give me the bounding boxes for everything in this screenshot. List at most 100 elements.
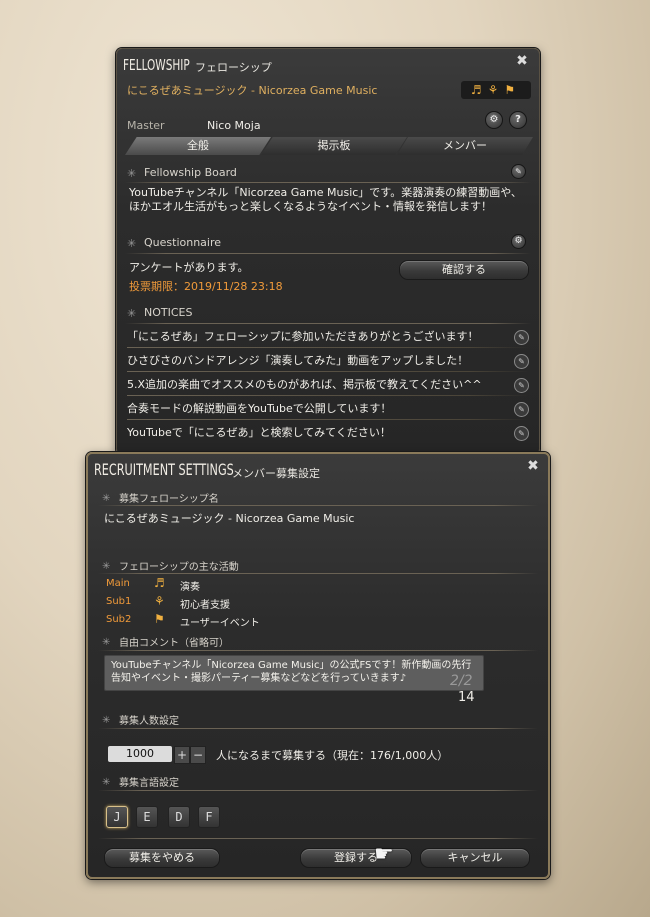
notices-header-label: NOTICES: [144, 306, 193, 319]
divider: [98, 650, 538, 651]
close-icon[interactable]: ✖: [524, 458, 542, 476]
divider: [125, 253, 531, 254]
questionnaire-header: ✳ Questionnaire: [127, 236, 221, 250]
window-title: RECRUITMENT SETTINGS: [94, 460, 234, 479]
activity-main-label: 演奏: [180, 582, 200, 593]
sprout-icon: ⚘: [487, 83, 505, 97]
questionnaire-header-label: Questionnaire: [144, 236, 222, 249]
notice-item[interactable]: 合奏モードの解説動画をYouTubeで公開しています！ ✎: [127, 398, 529, 420]
notice-item[interactable]: ひさびさのバンドアレンジ「演奏してみた」動画をアップしました！ ✎: [127, 350, 529, 372]
master-name: Nico Moja: [207, 119, 261, 132]
gear-icon: ⚙: [514, 236, 523, 246]
fellowship-name: にこるぜあミュージック - Nicorzea Game Music: [127, 84, 378, 97]
gear-icon: ⚙: [489, 114, 499, 125]
divider: [125, 182, 531, 183]
activity-header: ✳ フェローシップの主な活動: [102, 558, 239, 574]
questionnaire-settings-button[interactable]: ⚙: [511, 234, 526, 249]
notice-text: 5.X追加の楽曲でオススメのものがあれば、掲示板で教えてください^^: [127, 378, 482, 391]
name-header: ✳ 募集フェローシップ名: [102, 490, 219, 506]
language-header: ✳ 募集言語設定: [102, 774, 179, 790]
pencil-icon[interactable]: ✎: [514, 378, 529, 393]
increment-button[interactable]: +: [174, 746, 190, 764]
language-j-toggle[interactable]: J: [106, 806, 128, 828]
window-title: FELLOWSHIP: [123, 56, 190, 74]
divider: [98, 573, 538, 574]
decrement-button[interactable]: −: [190, 746, 206, 764]
sparkle-icon: ✳: [127, 236, 137, 250]
language-f-toggle[interactable]: F: [198, 806, 220, 828]
fellowship-name-value: にこるぜあミュージック - Nicorzea Game Music: [104, 512, 355, 525]
pencil-icon[interactable]: ✎: [514, 330, 529, 345]
sprout-icon: ⚘: [154, 594, 165, 608]
board-header: ✳ Fellowship Board: [127, 166, 237, 180]
settings-gear-button[interactable]: ⚙: [485, 111, 503, 129]
music-note-icon: ♬: [154, 576, 165, 590]
board-edit-button[interactable]: ✎: [511, 164, 526, 179]
help-button[interactable]: ?: [509, 111, 527, 129]
comment-text: YouTubeチャンネル「Nicorzea Game Music」の公式FSです…: [111, 660, 472, 684]
notice-item[interactable]: 「にこるぜあ」フェローシップに参加いただきありがとうございます！ ✎: [127, 326, 529, 348]
event-flag-icon: ⚑: [504, 83, 522, 97]
fellowship-title-row: FELLOWSHIP フェローシップ: [123, 55, 272, 74]
activity-slot-main: Main: [106, 578, 130, 589]
count-input[interactable]: 1000: [108, 746, 172, 762]
pointing-hand-cursor-icon: ☛: [374, 842, 394, 867]
divider: [127, 347, 529, 348]
confirm-button[interactable]: 確認する: [399, 260, 529, 280]
sparkle-icon: ✳: [102, 714, 111, 726]
minus-icon: −: [192, 748, 204, 762]
tab-bar: 全般 掲示板 メンバー: [125, 137, 533, 155]
activity-sub1-label: 初心者支援: [180, 600, 230, 611]
board-header-label: Fellowship Board: [144, 166, 237, 179]
sparkle-icon: ✳: [127, 166, 137, 180]
pencil-icon: ✎: [515, 167, 522, 176]
notice-item[interactable]: YouTubeで「にこるぜあ」と検索してみてください！ ✎: [127, 422, 529, 444]
cancel-button[interactable]: キャンセル: [420, 848, 530, 868]
language-header-label: 募集言語設定: [119, 778, 179, 789]
notice-text: 「にこるぜあ」フェローシップに参加いただきありがとうございます！: [127, 330, 479, 343]
pencil-icon[interactable]: ✎: [514, 402, 529, 417]
activity-icons: ♬⚘⚑: [461, 81, 531, 99]
divider: [127, 395, 529, 396]
comment-header-label: 自由コメント（省略可）: [119, 638, 229, 649]
language-e-toggle[interactable]: E: [136, 806, 158, 828]
count-header-label: 募集人数設定: [119, 716, 179, 727]
event-flag-icon: ⚑: [154, 612, 165, 626]
questionnaire-deadline: 投票期限：2019/11/28 23:18: [129, 280, 283, 293]
pencil-icon[interactable]: ✎: [514, 426, 529, 441]
tab-board[interactable]: 掲示板: [261, 137, 407, 155]
recruit-title-row: RECRUITMENT SETTINGS メンバー募集設定: [94, 460, 320, 480]
questionnaire-text: アンケートがあります。: [129, 261, 249, 274]
divider: [127, 371, 529, 372]
count-text: 人になるまで募集する（現在：176/1,000人）: [216, 749, 449, 762]
close-icon[interactable]: ✖: [513, 53, 531, 71]
pencil-icon[interactable]: ✎: [514, 354, 529, 369]
register-button[interactable]: 登録する: [300, 848, 412, 868]
name-header-label: 募集フェローシップ名: [119, 494, 219, 505]
tab-general[interactable]: 全般: [125, 137, 271, 155]
language-d-toggle[interactable]: D: [168, 806, 190, 828]
sparkle-icon: ✳: [102, 636, 111, 648]
help-icon: ?: [515, 114, 521, 125]
notice-text: 合奏モードの解説動画をYouTubeで公開しています！: [127, 402, 392, 415]
activity-slot-sub1: Sub1: [106, 596, 132, 607]
board-text: YouTubeチャンネル「Nicorzea Game Music」です。楽器演奏…: [129, 186, 522, 213]
comment-textarea[interactable]: YouTubeチャンネル「Nicorzea Game Music」の公式FSです…: [104, 655, 484, 691]
sparkle-icon: ✳: [102, 776, 111, 788]
tab-members[interactable]: メンバー: [397, 137, 533, 155]
window-title-jp: メンバー募集設定: [232, 467, 320, 480]
notice-text: ひさびさのバンドアレンジ「演奏してみた」動画をアップしました！: [127, 354, 469, 367]
music-note-icon: ♬: [470, 83, 488, 97]
fellowship-window: FELLOWSHIP フェローシップ ✖ にこるぜあミュージック - Nicor…: [116, 48, 540, 455]
notice-text: YouTubeで「にこるぜあ」と検索してみてください！: [127, 426, 391, 439]
char-count: 14: [458, 690, 475, 705]
divider: [127, 419, 529, 420]
divider: [98, 728, 538, 729]
comment-header: ✳ 自由コメント（省略可）: [102, 634, 229, 650]
plus-icon: +: [176, 748, 188, 762]
recruitment-settings-window: RECRUITMENT SETTINGS メンバー募集設定 ✖ ✳ 募集フェローシ…: [86, 452, 550, 879]
stop-recruiting-button[interactable]: 募集をやめる: [104, 848, 220, 868]
divider: [125, 323, 531, 324]
activity-slot-sub2: Sub2: [106, 614, 132, 625]
notice-item[interactable]: 5.X追加の楽曲でオススメのものがあれば、掲示板で教えてください^^ ✎: [127, 374, 529, 396]
